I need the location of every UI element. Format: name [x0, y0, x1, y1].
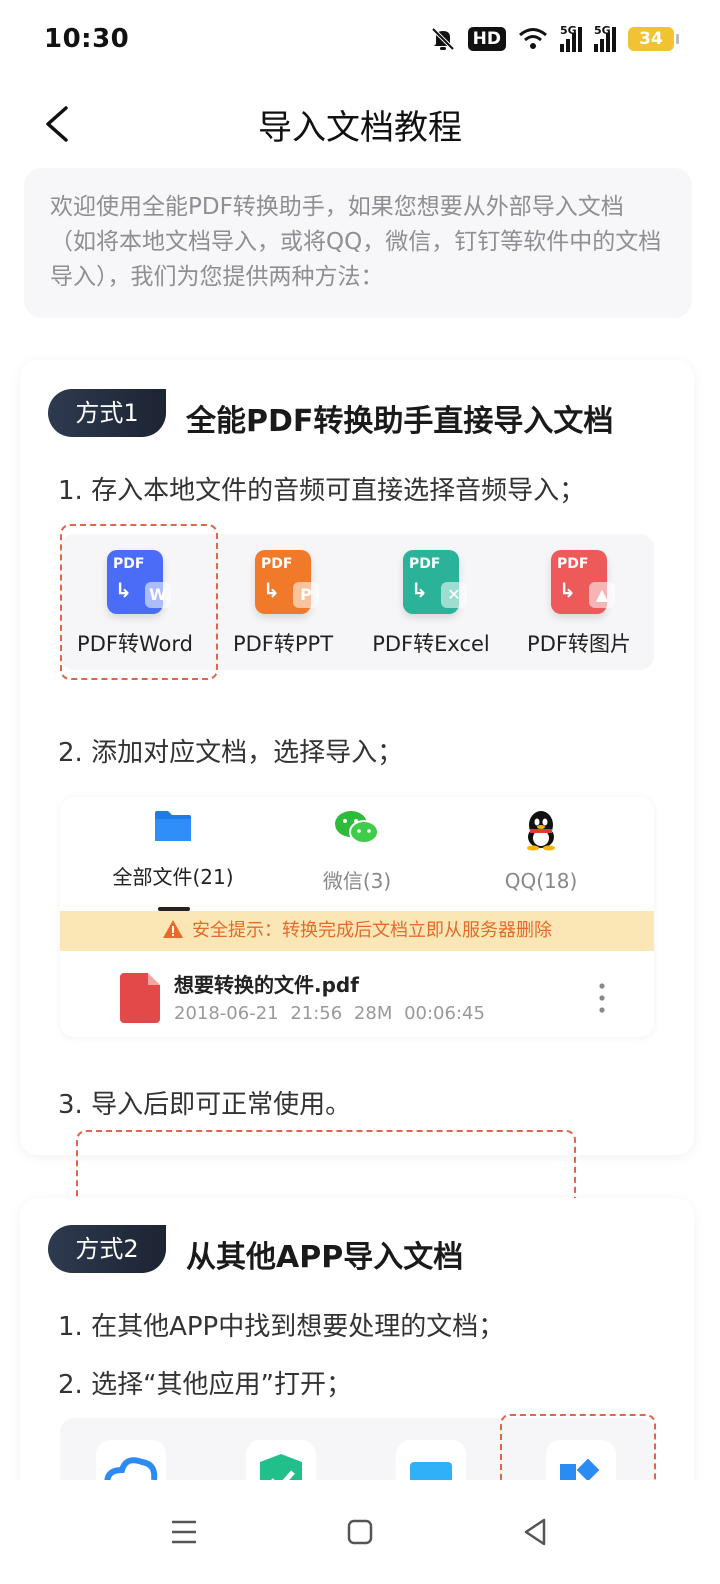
method1-step1: 1. 存入本地文件的音频可直接选择音频导入；: [58, 476, 586, 506]
nav-header: 导入文档教程: [0, 80, 720, 168]
tool-label: PDF转Excel: [372, 632, 490, 656]
method2-title: 从其他APP导入文档: [186, 1240, 464, 1275]
signal-5g-icon: 5G: [594, 24, 616, 52]
highlight-box-file: [76, 1130, 576, 1208]
system-nav-bar: [0, 1480, 720, 1584]
shield-app-icon[interactable]: [246, 1440, 316, 1480]
tab-label: 全部文件(21): [112, 865, 234, 889]
screen-app-icon[interactable]: [396, 1440, 466, 1480]
status-icons: HD 5G 5G 34: [430, 22, 679, 56]
tool-pdf-to-ppt[interactable]: PDF ↳ P PDF转PPT: [208, 546, 358, 670]
battery-icon: 34: [628, 27, 679, 51]
warning-icon: [163, 920, 183, 938]
tab-qq[interactable]: QQ(18): [442, 809, 640, 893]
method2-step1: 1. 在其他APP中找到想要处理的文档；: [58, 1312, 505, 1342]
page-content[interactable]: 欢迎使用全能PDF转换助手，如果您想要从外部导入文档（如将本地文档导入，或将QQ…: [0, 168, 720, 1480]
highlight-box-tool: [60, 524, 218, 680]
status-time: 10:30: [44, 24, 130, 54]
security-warning: 安全提示：转换完成后文档立即从服务器删除: [60, 911, 654, 951]
method1-card: 方式1 全能PDF转换助手直接导入文档 1. 存入本地文件的音频可直接选择音频导…: [20, 360, 694, 1208]
tool-pdf-to-image[interactable]: PDF ↳ ▲ PDF转图片: [504, 546, 654, 670]
method2-card: 方式2 从其他APP导入文档 1. 在其他APP中找到想要处理的文档； 2. 选…: [20, 1198, 694, 1480]
tool-pdf-to-excel[interactable]: PDF ↳ ✕ PDF转Excel: [356, 546, 506, 670]
tab-all-files[interactable]: 全部文件(21): [74, 809, 272, 890]
icon-sub: ▲: [589, 582, 615, 608]
tool-label: PDF转PPT: [232, 632, 334, 656]
status-bar: 10:30 HD 5G 5G 34: [0, 0, 720, 80]
mute-bell-icon: [431, 27, 455, 51]
pdf-image-icon: PDF ↳ ▲: [551, 550, 615, 614]
home-icon[interactable]: [338, 1510, 382, 1554]
tab-label: QQ(18): [504, 869, 578, 893]
method1-title: 全能PDF转换助手直接导入文档: [186, 404, 614, 439]
signal-5g-icon: 5G: [560, 24, 582, 52]
highlight-box-other-apps: [500, 1414, 656, 1480]
icon-tag: PDF: [557, 556, 589, 572]
method2-step2: 2. 选择“其他应用”打开；: [58, 1370, 353, 1400]
method1-step2: 2. 添加对应文档，选择导入；: [58, 738, 404, 768]
folder-icon: [155, 811, 191, 841]
file-name: 想要转换的文件.pdf: [174, 973, 359, 997]
icon-tag: PDF: [261, 556, 293, 572]
method1-badge: 方式1: [48, 389, 166, 437]
icon-sub: ✕: [441, 582, 467, 608]
intro-text: 欢迎使用全能PDF转换助手，如果您想要从外部导入文档（如将本地文档导入，或将QQ…: [24, 168, 692, 318]
file-meta: 2018-06-21 21:56 28M 00:06:45: [174, 1003, 485, 1024]
cloud-app-icon[interactable]: [96, 1440, 166, 1480]
qq-penguin-icon: [527, 811, 555, 851]
pdf-ppt-icon: PDF ↳ P: [255, 550, 319, 614]
pdf-file-icon: [120, 973, 160, 1023]
wechat-icon: [335, 811, 379, 844]
tool-label: PDF转图片: [527, 632, 631, 656]
hd-icon: HD: [467, 27, 506, 51]
pdf-excel-icon: PDF ↳ ✕: [403, 550, 467, 614]
method1-step3: 3. 导入后即可正常使用。: [58, 1090, 352, 1120]
more-vertical-icon[interactable]: [598, 982, 606, 1014]
tab-label: 微信(3): [322, 869, 392, 893]
warning-text: 安全提示：转换完成后文档立即从服务器删除: [192, 920, 552, 941]
page-title: 导入文档教程: [258, 108, 462, 148]
signal-label: 5G: [560, 24, 577, 37]
tab-wechat[interactable]: 微信(3): [258, 809, 456, 894]
icon-tag: PDF: [409, 556, 441, 572]
file-panel: 全部文件(21) 微信(3) QQ(18) 安全提示：转换完成后文档立即从服务器…: [60, 797, 654, 1037]
menu-icon[interactable]: [162, 1510, 206, 1554]
wifi-icon: [519, 28, 547, 49]
icon-sub: P: [293, 582, 319, 608]
signal-label: 5G: [594, 24, 611, 37]
back-triangle-icon[interactable]: [514, 1510, 558, 1554]
method2-badge: 方式2: [48, 1225, 166, 1273]
